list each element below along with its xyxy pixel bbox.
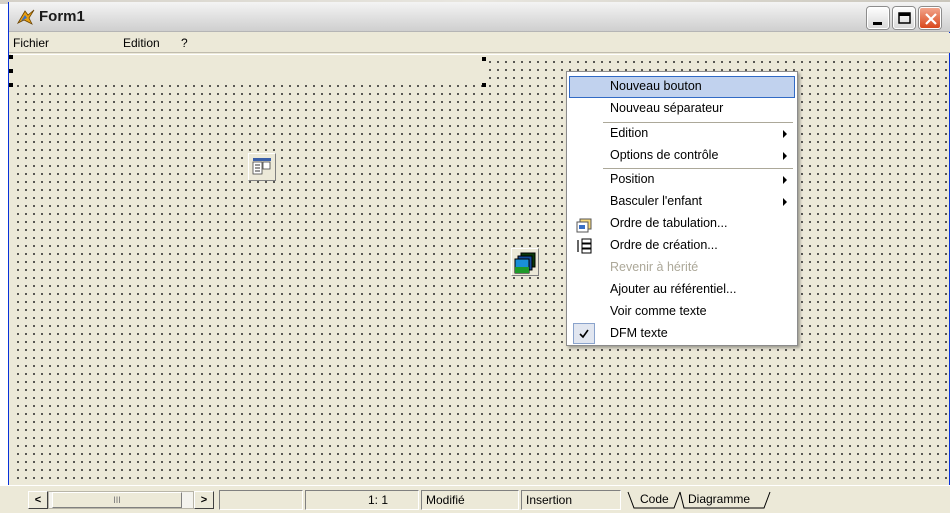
- tab-diagramme[interactable]: Diagramme: [688, 492, 750, 506]
- menu-item-basculer-enfant[interactable]: Basculer l'enfant: [569, 191, 795, 213]
- menu-item-options-de-controle[interactable]: Options de contrôle: [569, 145, 795, 167]
- delphi-app-icon: [17, 9, 35, 25]
- form-design-canvas[interactable]: [9, 54, 948, 485]
- minimize-icon: [873, 22, 882, 25]
- menu-item-label: Revenir à hérité: [610, 260, 699, 274]
- menu-item-nouveau-separateur[interactable]: Nouveau séparateur: [569, 98, 795, 120]
- selected-toolbar-area[interactable]: [11, 55, 486, 85]
- menu-item-label: Voir comme texte: [610, 304, 707, 318]
- menu-item-label: Ordre de création...: [610, 238, 718, 252]
- scroll-left-arrow-icon: <: [34, 494, 42, 506]
- tab-code[interactable]: Code: [640, 492, 669, 506]
- selection-handle[interactable]: [482, 57, 486, 61]
- selection-handle[interactable]: [9, 69, 13, 73]
- maximize-icon: [898, 12, 911, 24]
- scroll-thumb[interactable]: III: [52, 492, 182, 508]
- checked-box: [573, 323, 595, 344]
- menu-item-label: Position: [610, 172, 655, 186]
- menu-help[interactable]: ?: [181, 36, 188, 50]
- menu-bar: Fichier Edition ?: [9, 33, 950, 53]
- status-panel-empty: [219, 490, 303, 510]
- creation-order-icon: [577, 238, 592, 254]
- modified-status: Modifié: [421, 490, 519, 510]
- menu-item-label: DFM texte: [610, 326, 668, 340]
- imagelist-component-icon: [514, 252, 536, 274]
- menu-component[interactable]: [248, 153, 276, 181]
- menu-fichier[interactable]: Fichier: [13, 36, 49, 50]
- menu-item-revenir-herite: Revenir à hérité: [569, 257, 795, 279]
- menu-item-label: Nouveau bouton: [610, 79, 702, 93]
- submenu-arrow-icon: [783, 130, 787, 138]
- menu-item-position[interactable]: Position: [569, 169, 795, 191]
- form-window: Form1 Fichier Edition ?: [8, 2, 950, 485]
- close-icon: [925, 13, 937, 25]
- menu-item-label: Ordre de tabulation...: [610, 216, 728, 230]
- maximize-button[interactable]: [893, 7, 915, 29]
- menu-item-dfm-texte[interactable]: DFM texte: [569, 323, 795, 345]
- selection-handle[interactable]: [482, 83, 486, 87]
- submenu-arrow-icon: [783, 152, 787, 160]
- menu-component-icon: [252, 158, 271, 175]
- menu-edition[interactable]: Edition: [123, 36, 160, 50]
- selection-handle[interactable]: [9, 55, 13, 59]
- title-bar[interactable]: Form1: [9, 2, 950, 32]
- menu-item-label: Nouveau séparateur: [610, 101, 724, 115]
- imagelist-component[interactable]: [511, 248, 539, 276]
- submenu-arrow-icon: [783, 176, 787, 184]
- status-bar: < III > 1: 1 Modifié Insertion Code Diag…: [0, 485, 950, 513]
- menu-item-label: Ajouter au référentiel...: [610, 282, 737, 296]
- menu-item-voir-comme-texte[interactable]: Voir comme texte: [569, 301, 795, 323]
- window-title: Form1: [39, 8, 85, 25]
- scroll-left-button[interactable]: <: [28, 491, 48, 509]
- menu-item-nouveau-bouton[interactable]: Nouveau bouton: [569, 76, 795, 98]
- menu-item-ajouter-referentiel[interactable]: Ajouter au référentiel...: [569, 279, 795, 301]
- context-menu: Nouveau bouton Nouveau séparateur Editio…: [566, 71, 798, 346]
- scroll-right-button[interactable]: >: [194, 491, 214, 509]
- close-button[interactable]: [919, 7, 941, 29]
- cursor-position: 1: 1: [305, 490, 419, 510]
- tab-order-icon: [576, 218, 592, 233]
- selection-handle[interactable]: [9, 83, 13, 87]
- menu-item-edition[interactable]: Edition: [569, 123, 795, 145]
- menu-item-ordre-tabulation[interactable]: Ordre de tabulation...: [569, 213, 795, 235]
- minimize-button[interactable]: [867, 7, 889, 29]
- menu-item-ordre-creation[interactable]: Ordre de création...: [569, 235, 795, 257]
- menu-item-label: Edition: [610, 126, 649, 140]
- menu-item-label: Basculer l'enfant: [610, 194, 703, 208]
- scroll-right-arrow-icon: >: [200, 494, 208, 506]
- submenu-arrow-icon: [783, 198, 787, 206]
- insert-mode-status: Insertion: [521, 490, 621, 510]
- checkmark-icon: [579, 329, 589, 339]
- menu-item-label: Options de contrôle: [610, 148, 719, 162]
